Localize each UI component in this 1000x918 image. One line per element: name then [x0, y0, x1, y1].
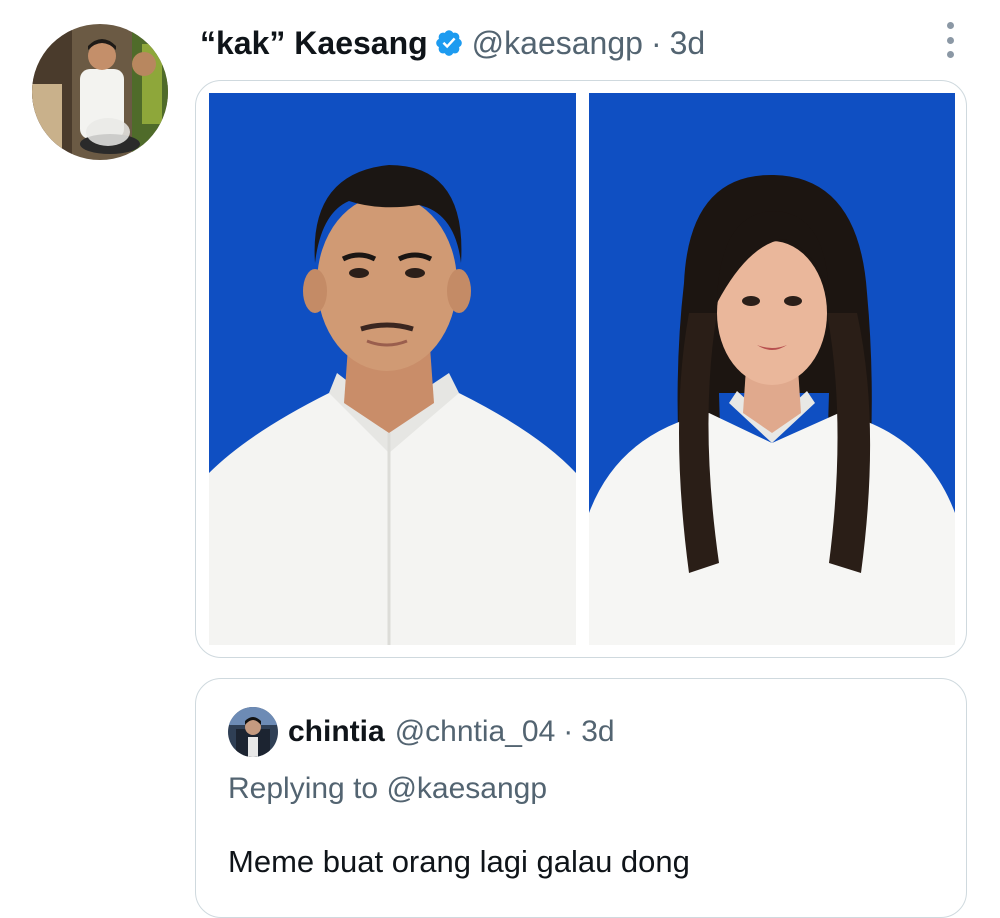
more-dot [946, 36, 954, 44]
author-display-name[interactable]: “kak” Kaesang [200, 20, 428, 66]
tweet-header: “kak” Kaesang @kaesangp · 3d [200, 20, 705, 66]
woman-portrait-image [589, 93, 955, 645]
more-dot [946, 51, 954, 58]
media-container [195, 80, 967, 658]
man-portrait-image [209, 93, 576, 645]
author-avatar[interactable] [32, 24, 168, 160]
verified-badge-icon [434, 28, 464, 58]
profile-photo [228, 707, 278, 757]
author-handle[interactable]: @kaesangp [472, 20, 643, 66]
separator-dot: · [650, 25, 662, 61]
more-options-icon[interactable] [938, 22, 962, 58]
tweet-photo-1[interactable] [209, 93, 576, 645]
quoted-author-name[interactable]: chintia [288, 715, 385, 748]
quoted-tweet-text: Meme buat orang lagi galau dong [228, 844, 690, 879]
quoted-author-handle[interactable]: @chntia_04 [395, 715, 556, 748]
more-dot [946, 22, 954, 29]
replying-to: Replying to @kaesangp [228, 769, 547, 809]
quoted-tweet[interactable]: chintia @chntia_04 · 3d Replying to @kaesan… [195, 678, 967, 918]
chef-profile-photo [32, 24, 168, 160]
replying-to-mention[interactable]: @kaesangp [386, 772, 547, 805]
quoted-author-avatar[interactable] [228, 707, 278, 757]
tweet-photo-2[interactable] [589, 93, 955, 645]
quoted-tweet-header: chintia @chntia_04 · 3d [288, 712, 615, 752]
separator-dot: · [563, 715, 574, 748]
replying-to-prefix: Replying to [228, 772, 379, 805]
tweet-timestamp[interactable]: 3d [670, 20, 706, 66]
quoted-tweet-timestamp[interactable]: 3d [581, 715, 614, 748]
